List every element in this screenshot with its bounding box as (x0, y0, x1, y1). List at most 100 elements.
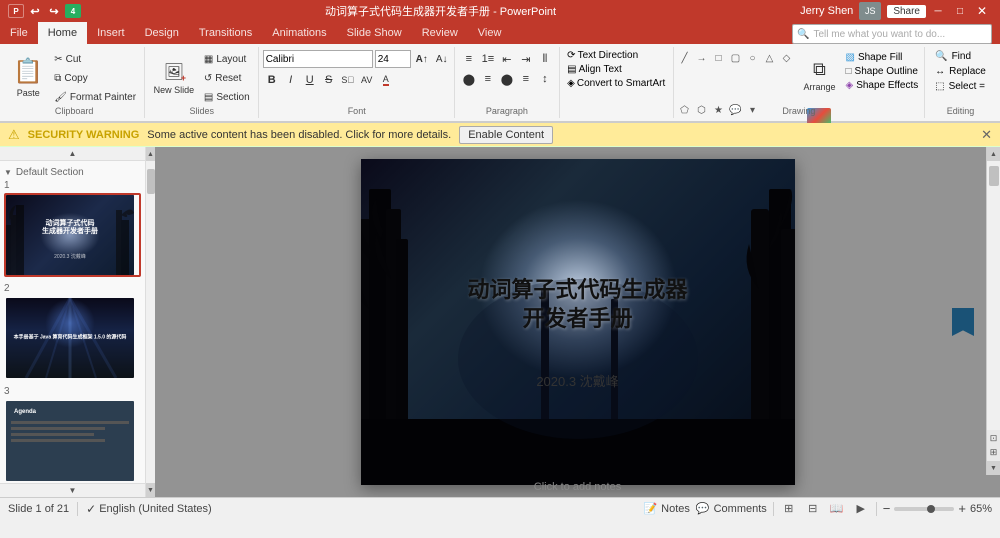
paste-button[interactable]: 📋 Paste (8, 50, 48, 105)
bold-button[interactable]: B (263, 71, 281, 89)
panel-scroll-up-arrow[interactable]: ▲ (146, 147, 155, 161)
sv-zoom-icon[interactable]: ⊞ (990, 447, 998, 458)
align-text-btn[interactable]: ▤ Align Text (564, 63, 668, 76)
tab-review[interactable]: Review (412, 22, 468, 44)
select-button[interactable]: ⬚ Select = (930, 80, 991, 93)
close-button[interactable]: ✕ (972, 3, 992, 19)
sv-scroll-down[interactable]: ▼ (987, 461, 1000, 475)
align-left-btn[interactable]: ⬤ (460, 70, 478, 88)
increase-indent-btn[interactable]: ⇥ (517, 50, 535, 68)
text-shadow-button[interactable]: S⃝ (339, 71, 357, 89)
char-spacing-button[interactable]: AV (358, 71, 376, 89)
format-painter-button[interactable]: 🖌 Format Painter (50, 88, 140, 106)
paragraph-controls: ≡ 1≡ ⇤ ⇥ ⦀ ⬤ ≡ ⬤ ≡ ↕ (460, 47, 554, 88)
copy-button[interactable]: ⧉ Copy (50, 69, 140, 87)
section-label: Section (216, 92, 249, 103)
decrease-font-btn[interactable]: A↓ (433, 50, 451, 68)
tab-transitions[interactable]: Transitions (189, 22, 262, 44)
cut-button[interactable]: ✂ Cut (50, 50, 140, 68)
shape-outline-btn[interactable]: □ Shape Outline (842, 65, 921, 78)
line-spacing-btn[interactable]: ↕ (536, 70, 554, 88)
text-direction-label: Text Direction (578, 50, 639, 61)
strikethrough-button[interactable]: S (320, 71, 338, 89)
slide-2-thumb[interactable]: 本手册基于 Java 算育代码生成框架 1.5.0 的源代码 (4, 296, 141, 380)
bookmark-button[interactable] (952, 308, 974, 336)
slide-title[interactable]: 动词算子式代码生成器开发者手册 (467, 276, 687, 333)
justify-btn[interactable]: ≡ (517, 70, 535, 88)
zoom-slider[interactable] (894, 507, 954, 511)
normal-view-button[interactable]: ⊞ (780, 501, 798, 517)
shape-rect[interactable]: □ (710, 51, 726, 65)
reading-view-button[interactable]: 📖 (828, 501, 846, 517)
text-direction-icon: ⟳ (567, 50, 575, 61)
shape-rounded-rect[interactable]: ▢ (727, 51, 743, 65)
convert-smartart-btn[interactable]: ◈ Convert to SmartArt (564, 77, 668, 90)
shape-oval[interactable]: ○ (744, 51, 760, 65)
shape-arrow[interactable]: → (693, 51, 709, 65)
numbering-button[interactable]: 1≡ (479, 50, 497, 68)
zoom-minus-button[interactable]: − (883, 501, 891, 516)
reset-button[interactable]: ↺ Reset (200, 69, 254, 87)
sv-fit-icon[interactable]: ⊡ (990, 433, 998, 444)
align-center-btn[interactable]: ≡ (479, 70, 497, 88)
font-size-input[interactable] (375, 50, 411, 68)
zoom-plus-button[interactable]: + (958, 501, 966, 516)
new-slide-button[interactable]: 🖼 + New Slide (150, 50, 198, 105)
user-avatar[interactable]: JS (859, 2, 881, 20)
shape-diamond[interactable]: ◇ (778, 51, 794, 65)
shape-line[interactable]: ╱ (676, 51, 692, 65)
font-color-btn[interactable]: A (377, 71, 395, 89)
zoom-level[interactable]: 65% (970, 503, 992, 515)
shape-effects-btn[interactable]: ◈ Shape Effects (842, 79, 921, 92)
redo-icon[interactable]: ↪ (46, 4, 62, 18)
tab-design[interactable]: Design (135, 22, 189, 44)
tab-insert[interactable]: Insert (87, 22, 135, 44)
section-button[interactable]: ▤ Section (200, 88, 254, 106)
panel-scroll-down-arrow[interactable]: ▼ (146, 483, 155, 497)
ribbon-tabs: File Home Insert Design Transitions Anim… (0, 22, 1000, 44)
comments-label[interactable]: Comments (714, 503, 767, 515)
underline-button[interactable]: U (301, 71, 319, 89)
minimize-button[interactable]: ─ (928, 3, 948, 19)
share-label[interactable]: Share (887, 5, 926, 18)
slide-1-thumb[interactable]: 动词算子式代码生成器开发者手册 2020.3 沈戴峰 (4, 193, 141, 277)
layout-button[interactable]: ▦ Layout (200, 50, 254, 68)
tab-view[interactable]: View (468, 22, 512, 44)
slideshow-button[interactable]: ▶ (852, 501, 870, 517)
bullets-button[interactable]: ≡ (460, 50, 478, 68)
find-button[interactable]: 🔍 Find (930, 50, 991, 63)
tab-home[interactable]: Home (38, 22, 87, 44)
click-to-add-notes[interactable]: Click to add notes (534, 481, 621, 493)
slide-subtitle[interactable]: 2020.3 沈戴峰 (536, 371, 618, 390)
text-direction-btn[interactable]: ⟳ Text Direction (564, 49, 668, 62)
replace-button[interactable]: ↔ Replace (930, 65, 991, 78)
close-security-bar-button[interactable]: ✕ (981, 127, 992, 143)
drawing-group: ╱ → □ ▢ ○ △ ◇ ⬠ ⬡ ★ 💬 ▾ ⧉ Arrange (674, 47, 925, 118)
decrease-indent-btn[interactable]: ⇤ (498, 50, 516, 68)
align-right-btn[interactable]: ⬤ (498, 70, 516, 88)
undo-icon[interactable]: ↩ (27, 4, 43, 18)
font-name-input[interactable] (263, 50, 373, 68)
restore-button[interactable]: □ (950, 3, 970, 19)
shape-fill-btn[interactable]: ▧ Shape Fill (842, 51, 921, 64)
arrange-button[interactable]: ⧉ Arrange (800, 49, 838, 101)
panel-scroll-thumb[interactable] (147, 169, 155, 194)
tab-file[interactable]: File (0, 22, 38, 44)
enable-content-button[interactable]: Enable Content (459, 126, 553, 144)
panel-scroll-up[interactable]: ▲ (0, 147, 145, 161)
slide-sorter-button[interactable]: ⊟ (804, 501, 822, 517)
italic-button[interactable]: I (282, 71, 300, 89)
increase-font-btn[interactable]: A↑ (413, 50, 431, 68)
tab-slideshow[interactable]: Slide Show (337, 22, 412, 44)
shape-triangle[interactable]: △ (761, 51, 777, 65)
sv-scroll-thumb[interactable] (989, 166, 999, 186)
ribbon-search-box[interactable]: 🔍 Tell me what you want to do... (792, 24, 992, 44)
tab-animations[interactable]: Animations (262, 22, 336, 44)
columns-btn[interactable]: ⦀ (536, 50, 554, 68)
panel-scroll-down[interactable]: ▼ (0, 483, 145, 497)
slide-3-thumb[interactable]: Agenda (4, 399, 141, 483)
paragraph-btn-row1: ≡ 1≡ ⇤ ⇥ ⦀ (460, 50, 554, 68)
sv-scroll-up[interactable]: ▲ (987, 147, 1000, 161)
notes-label[interactable]: Notes (661, 503, 690, 515)
paragraph-label: Paragraph (455, 106, 558, 116)
